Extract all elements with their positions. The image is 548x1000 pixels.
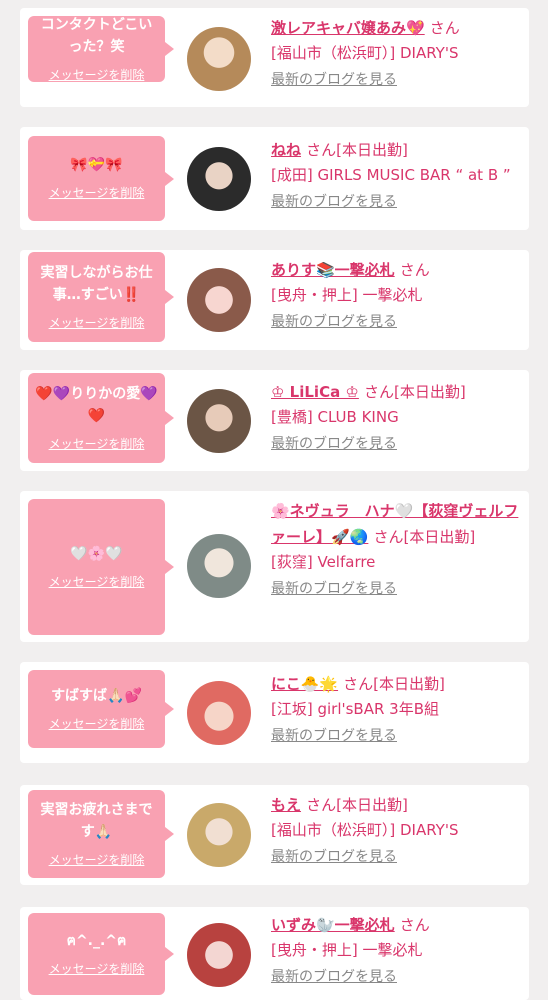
message-card: 実習しながらお仕事…すごい‼️ メッセージを削除 ありす📚一撃必札 さん [曳舟… (20, 250, 529, 350)
avatar[interactable] (187, 268, 251, 332)
message-text: 🤍🌸🤍 (70, 545, 123, 562)
message-bubble: コンタクトどこいった？笑 メッセージを削除 (28, 16, 174, 83)
cast-name-link[interactable]: いずみ🦭一撃必札 (271, 916, 395, 934)
avatar[interactable] (187, 147, 251, 211)
delete-message-link[interactable]: メッセージを削除 (49, 960, 145, 977)
delete-message-link[interactable]: メッセージを削除 (49, 851, 145, 868)
delete-message-link[interactable]: メッセージを削除 (49, 435, 145, 452)
message-card: ❤️💜りりかの愛💜❤️ メッセージを削除 ♔ LiLiCa ♔ さん[本日出勤]… (20, 370, 529, 471)
latest-blog-link[interactable]: 最新のブログを見る (271, 965, 397, 990)
latest-blog-link[interactable]: 最新のブログを見る (271, 310, 397, 335)
cast-name-link[interactable]: もえ (271, 796, 301, 814)
avatar[interactable] (187, 27, 251, 91)
cast-info: もえ さん[本日出勤] [福山市（松浜町）] DIARY'S 最新のブログを見る (271, 792, 521, 870)
cast-name-link[interactable]: ありす📚一撃必札 (271, 261, 395, 279)
san-label: さん (306, 141, 337, 159)
shop-name: [成田] GIRLS MUSIC BAR “ at B ” (271, 166, 511, 184)
shop-name: [福山市（松浜町）] DIARY'S (271, 821, 459, 839)
cast-info: ♔ LiLiCa ♔ さん[本日出勤] [豊橋] CLUB KING 最新のブロ… (271, 379, 521, 457)
message-text: 実習お疲れさまです🙏🏻 (40, 801, 153, 840)
message-card: コンタクトどこいった？笑 メッセージを削除 激レアキャバ嬢あみ💖 さん [福山市… (20, 8, 529, 107)
san-label: さん (306, 796, 337, 814)
shop-name: [曳舟・押上] 一撃必札 (271, 941, 423, 959)
cast-info: 🌸ネヴュラ ハナ🤍【荻窪ヴェルファーレ】🚀🌏 さん[本日出勤] [荻窪] Vel… (271, 498, 521, 602)
message-text: ฅ^._.^ฅ (66, 932, 127, 949)
delete-message-link[interactable]: メッセージを削除 (49, 715, 145, 732)
cast-name-link[interactable]: ♔ LiLiCa ♔ (271, 383, 359, 401)
cast-name-link[interactable]: にこ🐣🌟 (271, 675, 338, 693)
shop-name: [豊橋] CLUB KING (271, 408, 399, 426)
message-bubble: ❤️💜りりかの愛💜❤️ メッセージを削除 (28, 373, 174, 463)
message-text: コンタクトどこいった？笑 (40, 16, 153, 55)
cast-name-link[interactable]: 激レアキャバ嬢あみ💖 (271, 19, 425, 37)
avatar[interactable] (187, 803, 251, 867)
shop-name: [福山市（松浜町）] DIARY'S (271, 44, 459, 62)
cast-info: 激レアキャバ嬢あみ💖 さん [福山市（松浜町）] DIARY'S 最新のブログを… (271, 15, 521, 93)
work-status: [本日出勤] (403, 528, 476, 546)
shop-name: [江坂] girl'sBAR 3年B組 (271, 700, 440, 718)
message-card: 実習お疲れさまです🙏🏻 メッセージを削除 もえ さん[本日出勤] [福山市（松浜… (20, 785, 529, 885)
message-bubble: 実習お疲れさまです🙏🏻 メッセージを削除 (28, 790, 174, 878)
message-card: 🤍🌸🤍 メッセージを削除 🌸ネヴュラ ハナ🤍【荻窪ヴェルファーレ】🚀🌏 さん[本… (20, 491, 529, 642)
latest-blog-link[interactable]: 最新のブログを見る (271, 577, 397, 602)
message-card: ฅ^._.^ฅ メッセージを削除 いずみ🦭一撃必札 さん [曳舟・押上] 一撃必… (20, 907, 529, 1000)
message-bubble: すばすば🙏🏻💕 メッセージを削除 (28, 670, 174, 748)
work-status: [本日出勤] (393, 383, 466, 401)
latest-blog-link[interactable]: 最新のブログを見る (271, 724, 397, 749)
delete-message-link[interactable]: メッセージを削除 (49, 66, 145, 83)
san-label: さん (399, 261, 430, 279)
message-text: 🎀💝🎀 (70, 157, 123, 173)
san-label: さん (343, 675, 374, 693)
cast-name-link[interactable]: ねね (271, 141, 301, 159)
message-text: ❤️💜りりかの愛💜❤️ (35, 385, 158, 424)
message-text: 実習しながらお仕事…すごい‼️ (40, 264, 153, 303)
message-text: すばすば🙏🏻💕 (51, 687, 142, 704)
san-label: さん (373, 528, 404, 546)
cast-info: にこ🐣🌟 さん[本日出勤] [江坂] girl'sBAR 3年B組 最新のブログ… (271, 671, 521, 749)
latest-blog-link[interactable]: 最新のブログを見る (271, 190, 397, 215)
message-bubble: 実習しながらお仕事…すごい‼️ メッセージを削除 (28, 252, 174, 342)
message-bubble: 🤍🌸🤍 メッセージを削除 (28, 499, 174, 635)
san-label: さん (399, 916, 430, 934)
latest-blog-link[interactable]: 最新のブログを見る (271, 845, 397, 870)
delete-message-link[interactable]: メッセージを削除 (49, 184, 145, 201)
message-card: 🎀💝🎀 メッセージを削除 ねね さん[本日出勤] [成田] GIRLS MUSI… (20, 127, 529, 230)
delete-message-link[interactable]: メッセージを削除 (49, 573, 145, 590)
cast-info: いずみ🦭一撃必札 さん [曳舟・押上] 一撃必札 最新のブログを見る (271, 912, 521, 990)
san-label: さん (363, 383, 394, 401)
cast-info: ありす📚一撃必札 さん [曳舟・押上] 一撃必札 最新のブログを見る (271, 257, 521, 335)
work-status: [本日出勤] (373, 675, 445, 693)
san-label: さん (429, 19, 460, 37)
avatar[interactable] (187, 923, 251, 987)
message-card: すばすば🙏🏻💕 メッセージを削除 にこ🐣🌟 さん[本日出勤] [江坂] girl… (20, 662, 529, 763)
work-status: [本日出勤] (336, 796, 408, 814)
avatar[interactable] (187, 389, 251, 453)
shop-name: [荻窪] Velfarre (271, 553, 376, 571)
message-bubble: 🎀💝🎀 メッセージを削除 (28, 136, 174, 221)
delete-message-link[interactable]: メッセージを削除 (49, 314, 145, 331)
latest-blog-link[interactable]: 最新のブログを見る (271, 432, 397, 457)
work-status: [本日出勤] (336, 141, 408, 159)
avatar[interactable] (187, 681, 251, 745)
latest-blog-link[interactable]: 最新のブログを見る (271, 68, 397, 93)
avatar[interactable] (187, 534, 251, 598)
message-bubble: ฅ^._.^ฅ メッセージを削除 (28, 913, 174, 995)
shop-name: [曳舟・押上] 一撃必札 (271, 286, 423, 304)
cast-info: ねね さん[本日出勤] [成田] GIRLS MUSIC BAR “ at B … (271, 137, 521, 215)
